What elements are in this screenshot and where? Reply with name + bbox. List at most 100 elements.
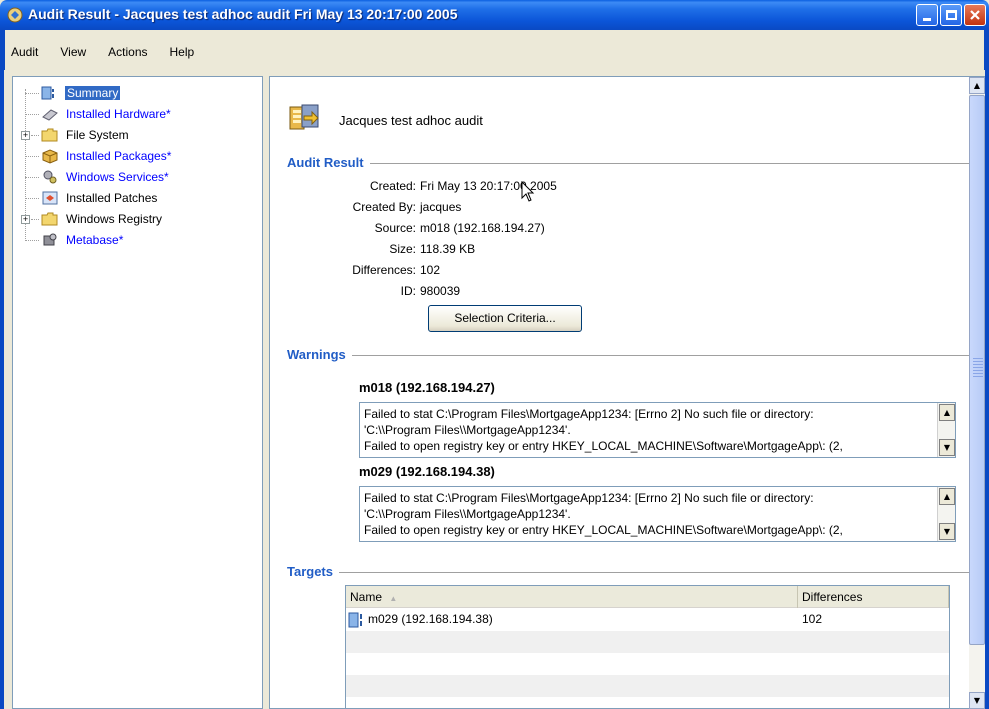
field-label: Differences: [352,263,416,277]
scroll-grip [973,358,983,378]
menu-bar: Audit View Actions Help [4,30,985,70]
audit-name: Jacques test adhoc audit [339,113,483,128]
menu-actions[interactable]: Actions [106,45,149,59]
audit-result-header: Audit Result [287,155,370,170]
field-value: jacques [420,200,462,214]
package-icon [42,149,58,164]
warning-line: 'C:\\Program Files\\MortgageApp1234'. [364,507,571,521]
tree-item-windows-registry[interactable]: + Windows Registry [13,209,263,229]
mouse-cursor-icon [521,181,535,202]
tree-connector [25,113,39,115]
tree-item-windows-services[interactable]: Windows Services* [13,167,263,187]
expand-icon[interactable]: + [21,214,30,224]
column-header-name[interactable]: Name ▲ [346,586,798,608]
field-label: Size: [389,242,416,256]
maximize-icon [945,10,957,20]
selection-criteria-button[interactable]: Selection Criteria... [428,305,582,332]
tree-item-label: Windows Registry [66,212,163,226]
target-differences: 102 [802,612,823,626]
column-header-differences[interactable]: Differences [798,586,949,608]
menu-view[interactable]: View [58,45,88,59]
tree-item-label: Summary [65,86,121,100]
maximize-button[interactable] [940,4,962,26]
summary-icon [41,86,54,100]
scroll-down-icon[interactable]: ▼ [939,439,955,456]
main-vertical-scrollbar[interactable]: ▲ ▼ [969,77,985,709]
field-differences: Differences: 102 [270,263,958,283]
tree-connector [25,155,39,157]
field-label: Created By: [352,200,416,214]
patch-icon [42,191,58,205]
title-bar[interactable]: Audit Result - Jacques test adhoc audit … [0,0,989,30]
warnings-header: Warnings [287,347,352,362]
field-value: m018 (192.168.194.27) [420,221,545,235]
table-row [346,675,949,697]
section-divider [290,572,984,573]
minimize-button[interactable] [916,4,938,26]
menu-audit[interactable]: Audit [9,45,40,59]
scroll-up-icon[interactable]: ▲ [939,404,955,421]
warning-line: Failed to open registry key or entry HKE… [364,439,843,453]
folder-icon [41,128,58,142]
hardware-icon [42,109,58,121]
warning-line: Failed to stat C:\Program Files\Mortgage… [364,407,814,421]
section-divider [290,355,984,356]
scroll-down-icon[interactable]: ▼ [969,692,985,709]
tree-connector [31,218,39,220]
scroll-up-icon[interactable]: ▲ [939,488,955,505]
warning-text: Failed to stat C:\Program Files\Mortgage… [364,490,933,538]
menu-help[interactable]: Help [168,45,197,59]
sort-ascending-icon: ▲ [389,594,398,603]
warning-scrollbar[interactable]: ▲ ▼ [937,487,955,541]
expand-icon[interactable]: + [21,130,30,140]
scroll-down-icon[interactable]: ▼ [939,523,955,540]
field-value: 118.39 KB [420,242,476,256]
tree-item-label: Installed Patches [66,191,158,205]
warning-host-name: m029 (192.168.194.38) [359,464,495,479]
tree-item-installed-patches[interactable]: Installed Patches [13,188,263,208]
column-header-label: Name [350,590,383,604]
warning-line: Failed to open registry key or entry HKE… [364,523,843,537]
warning-line: Failed to stat C:\Program Files\Mortgage… [364,491,814,505]
window-title: Audit Result - Jacques test adhoc audit … [28,6,458,22]
tree-connector [25,239,39,241]
tree-item-metabase[interactable]: Metabase* [13,230,263,250]
tree-item-label: File System [66,128,129,142]
warning-scrollbar[interactable]: ▲ ▼ [937,403,955,457]
warning-text-box[interactable]: Failed to stat C:\Program Files\Mortgage… [359,402,956,458]
tree-item-label: Windows Services* [66,170,169,184]
warning-text-box[interactable]: Failed to stat C:\Program Files\Mortgage… [359,486,956,542]
table-row [346,653,949,675]
field-value: Fri May 13 20:17:00 2005 [420,179,557,193]
field-label: ID: [400,284,416,298]
field-size: Size: 118.39 KB [270,242,958,262]
warning-text: Failed to stat C:\Program Files\Mortgage… [364,406,933,454]
field-id: ID: 980039 [270,284,958,304]
scroll-thumb[interactable] [969,95,985,645]
metabase-icon [43,233,57,246]
targets-header: Targets [287,564,339,579]
table-row[interactable]: m029 (192.168.194.38) 102 [346,609,949,631]
scroll-up-icon[interactable]: ▲ [969,77,985,94]
tree-item-summary[interactable]: Summary [13,83,263,103]
folder-icon [41,212,58,226]
tree-item-installed-packages[interactable]: Installed Packages* [13,146,263,166]
tree-item-file-system[interactable]: + File System [13,125,263,145]
window-frame-left [0,30,4,709]
field-label: Source: [374,221,416,235]
tree-connector [25,176,39,178]
section-divider [290,163,984,164]
audit-summary-icon [289,104,319,130]
warning-host-name: m018 (192.168.194.27) [359,380,495,395]
tree-item-installed-hardware[interactable]: Installed Hardware* [13,104,263,124]
close-button[interactable] [964,4,986,26]
targets-table: Name ▲ Differences m029 (192.168.194.38)… [345,585,950,708]
field-value: 102 [420,263,441,277]
tree-item-label: Installed Packages* [66,149,172,163]
services-icon [43,170,57,184]
tree-connector [25,92,39,94]
tree-item-label: Metabase* [66,233,124,247]
tree-item-label: Installed Hardware* [66,107,171,121]
tree-connector [25,197,39,199]
tree-connector [31,134,39,136]
